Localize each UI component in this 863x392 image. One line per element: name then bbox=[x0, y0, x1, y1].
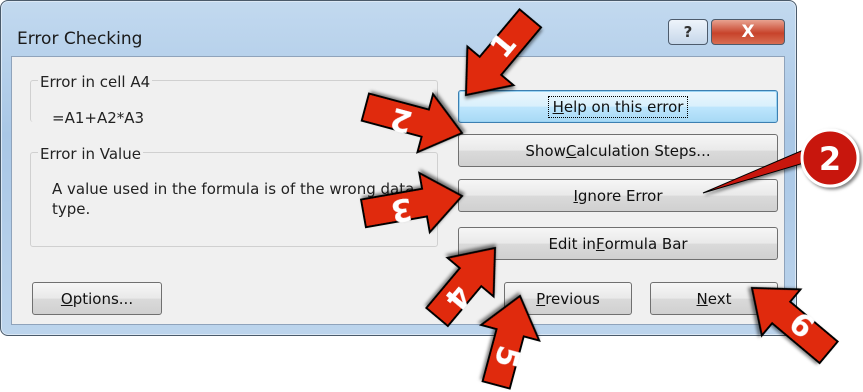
dialog-title: Error Checking bbox=[17, 29, 143, 49]
dialog-body: Error in cell A4 =A1+A2*A3 Error in Valu… bbox=[11, 56, 785, 325]
svg-text:2: 2 bbox=[819, 140, 841, 178]
annotation-circle-2: 2 bbox=[800, 128, 860, 188]
error-type-label: Error in Value bbox=[38, 145, 143, 163]
help-on-error-button[interactable]: Help on this error bbox=[458, 90, 778, 123]
show-calculation-steps-button[interactable]: Show Calculation Steps... bbox=[458, 134, 778, 167]
ignore-error-button[interactable]: Ignore Error bbox=[458, 179, 778, 212]
title-bar: Error Checking ? X bbox=[1, 1, 796, 49]
error-formula: =A1+A2*A3 bbox=[52, 109, 145, 127]
error-checking-dialog: Error Checking ? X Error in cell A4 =A1+… bbox=[0, 0, 797, 336]
close-icon[interactable]: X bbox=[711, 19, 785, 45]
next-button[interactable]: Next bbox=[650, 282, 778, 315]
svg-text:5: 5 bbox=[487, 342, 526, 371]
error-cell-label: Error in cell A4 bbox=[38, 73, 153, 91]
help-icon[interactable]: ? bbox=[668, 19, 708, 45]
options-button[interactable]: Options... bbox=[32, 282, 162, 315]
error-description: A value used in the formula is of the wr… bbox=[52, 180, 415, 218]
edit-in-formula-bar-button[interactable]: Edit in Formula Bar bbox=[458, 227, 778, 260]
previous-button[interactable]: Previous bbox=[504, 282, 632, 315]
